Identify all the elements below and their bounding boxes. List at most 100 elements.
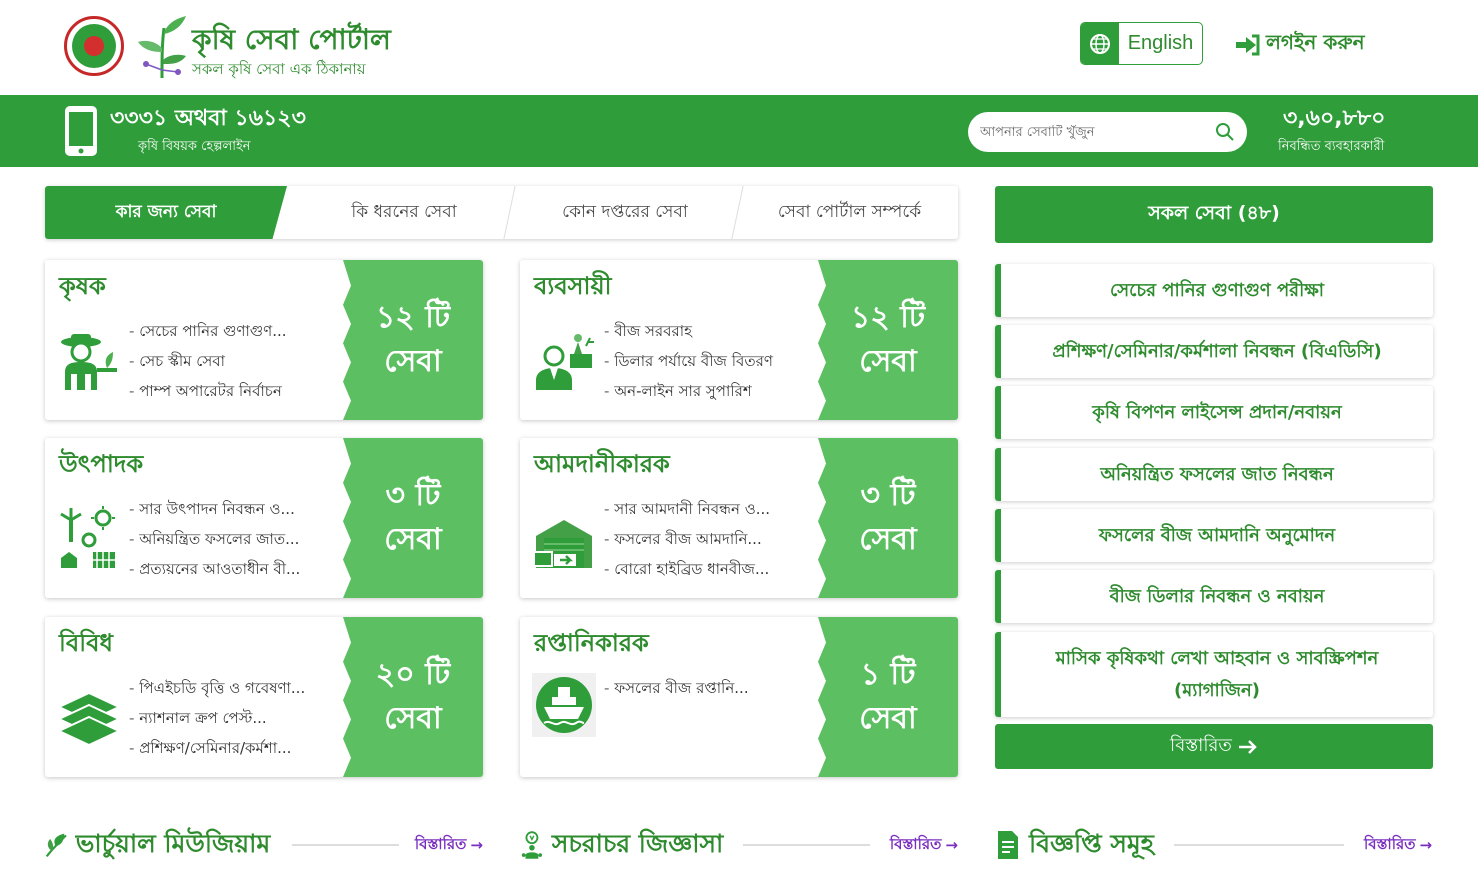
service-link[interactable]: বীজ ডিলার নিবন্ধন ও নবায়ন <box>995 570 1433 623</box>
section-title: সচরাচর জিজ্ঞাসা <box>551 828 724 858</box>
tab-service-type[interactable]: কি ধরনের সেবা <box>295 186 513 239</box>
arrow-right-icon: → <box>1419 836 1433 854</box>
section-divider <box>292 844 399 846</box>
service-count: ৩ টি <box>385 478 441 513</box>
government-emblem-icon[interactable] <box>64 16 124 76</box>
service-count-unit: সেবা <box>384 522 442 557</box>
section-title: বিজ্ঞপ্তি সমূহ <box>1029 828 1154 858</box>
card-service-list: পিএইচডি বৃত্তি ও গবেষণা... ন্যাশনাল ক্রপ… <box>129 673 305 763</box>
service-link[interactable]: প্রশিক্ষণ/সেমিনার/কর্মশালা নিবন্ধন (বিএড… <box>995 325 1433 378</box>
globe-icon <box>1081 23 1119 64</box>
card-title: ব্যবসায়ী <box>534 272 612 300</box>
info-band: ৩৩৩১ অথবা ১৬১২৩ কৃষি বিষয়ক হেল্পলাইন ৩,… <box>0 95 1478 167</box>
service-count: ১ টি <box>860 657 916 692</box>
list-item[interactable]: অনিয়ন্ত্রিত ফসলের জাত... <box>129 524 300 554</box>
list-item[interactable]: বোরো হাইব্রিড ধানবীজ... <box>604 554 770 584</box>
list-item[interactable]: বীজ সরবরাহ <box>604 316 773 346</box>
service-count-unit: সেবা <box>859 701 917 736</box>
section-more-link[interactable]: বিস্তারিত <box>890 833 942 858</box>
document-icon <box>998 831 1018 859</box>
service-count-unit: সেবা <box>859 522 917 557</box>
hotline-number[interactable]: ৩৩৩১ অথবা ১৬১২৩ <box>110 101 306 138</box>
details-button[interactable]: বিস্তারিত <box>995 724 1433 769</box>
plant-logo-icon[interactable] <box>134 14 190 80</box>
businessman-icon <box>536 334 594 390</box>
service-card-producer[interactable]: উৎপাদক সার উৎপাদন নিবন্ধন ও... অনিয়ন্ত্… <box>45 438 483 598</box>
card-service-list: সার আমদানী নিবন্ধন ও... ফসলের বীজ আমদানি… <box>604 494 770 584</box>
service-count-badge[interactable]: ১২ টি সেবা <box>818 260 958 420</box>
section-virtual-museum: ভার্চুয়াল মিউজিয়াম বিস্তারিত → <box>45 825 483 865</box>
list-item[interactable]: সেচের পানির গুণাগুণ... <box>129 316 286 346</box>
service-card-farmer[interactable]: কৃষক সেচের পানির গুণাগুণ... সেচ স্কীম সে… <box>45 260 483 420</box>
card-title: উৎপাদক <box>59 450 144 478</box>
list-item[interactable]: পিএইচডি বৃত্তি ও গবেষণা... <box>129 673 305 703</box>
tab-for-whom[interactable]: কার জন্য সেবা <box>45 186 287 239</box>
list-item[interactable]: ন্যাশনাল ক্রপ পেস্ট... <box>129 703 305 733</box>
card-title: আমদানীকারক <box>534 450 670 478</box>
list-item[interactable]: অন-লাইন সার সুপারিশ <box>604 376 773 406</box>
section-title: ভার্চুয়াল মিউজিয়াম <box>75 828 271 858</box>
search-input[interactable] <box>980 124 1215 140</box>
person-idea-icon <box>521 831 543 859</box>
section-more-link[interactable]: বিস্তারিত <box>1364 833 1416 858</box>
card-title: রপ্তানিকারক <box>534 629 649 657</box>
service-count-badge[interactable]: ১২ টি সেবা <box>343 260 483 420</box>
list-item[interactable]: ফসলের বীজ আমদানি... <box>604 524 770 554</box>
service-link[interactable]: কৃষি বিপণন লাইসেন্স প্রদান/নবায়ন <box>995 386 1433 439</box>
farmer-icon <box>61 334 117 390</box>
service-card-misc[interactable]: বিবিধ পিএইচডি বৃত্তি ও গবেষণা... ন্যাশনা… <box>45 617 483 777</box>
list-item[interactable]: প্রত্যয়নের আওতাধীন বী... <box>129 554 300 584</box>
language-toggle-button[interactable]: English <box>1080 22 1203 65</box>
list-item[interactable]: প্রশিক্ষণ/সেমিনার/কর্মশা... <box>129 733 305 763</box>
service-category-tabs: কার জন্য সেবা কি ধরনের সেবা কোন দপ্তরের … <box>45 186 958 239</box>
service-count-unit: সেবা <box>859 344 917 379</box>
section-divider <box>1173 844 1344 846</box>
service-card-exporter[interactable]: রপ্তানিকারক ফসলের বীজ রপ্তানি... ১ টি সে… <box>520 617 958 777</box>
tab-about-portal[interactable]: সেবা পোর্টাল সম্পর্কে <box>741 186 958 239</box>
section-more-link[interactable]: বিস্তারিত <box>415 833 467 858</box>
card-service-list: বীজ সরবরাহ ডিলার পর্যায়ে বীজ বিতরণ অন-ল… <box>604 316 773 406</box>
search-icon[interactable] <box>1215 122 1235 142</box>
service-count-badge[interactable]: ১ টি সেবা <box>818 617 958 777</box>
section-divider <box>743 844 870 846</box>
list-item[interactable]: সার উৎপাদন নিবন্ধন ও... <box>129 494 300 524</box>
list-item[interactable]: সার আমদানী নিবন্ধন ও... <box>604 494 770 524</box>
details-label: বিস্তারিত <box>1170 735 1232 756</box>
search-box[interactable] <box>968 112 1247 152</box>
registered-users-label: নিবন্ধিত ব্যবহারকারী <box>1278 139 1385 154</box>
leaf-icon <box>45 833 67 858</box>
login-label: লগইন করুন <box>1266 30 1365 54</box>
site-header: কৃষি সেবা পোর্টাল সকল কৃষি সেবা এক ঠিকান… <box>0 0 1478 95</box>
service-count-badge[interactable]: ৩ টি সেবা <box>818 438 958 598</box>
service-count: ১২ টি <box>375 300 451 335</box>
service-link[interactable]: ফসলের বীজ আমদানি অনুমোদন <box>995 509 1433 562</box>
card-service-list: সার উৎপাদন নিবন্ধন ও... অনিয়ন্ত্রিত ফসল… <box>129 494 300 584</box>
service-link[interactable]: সেচের পানির গুণাগুণ পরীক্ষা <box>995 264 1433 317</box>
arrow-right-icon <box>1238 739 1257 754</box>
mobile-phone-icon <box>65 106 97 156</box>
site-tagline: সকল কৃষি সেবা এক ঠিকানায় <box>192 60 366 78</box>
hotline-label: কৃষি বিষয়ক হেল্পলাইন <box>138 139 251 154</box>
login-arrow-icon <box>1236 34 1260 55</box>
login-link[interactable]: লগইন করুন <box>1234 28 1365 61</box>
card-service-list: ফসলের বীজ রপ্তানি... <box>604 673 748 703</box>
service-link[interactable]: অনিয়ন্ত্রিত ফসলের জাত নিবন্ধন <box>995 448 1433 501</box>
service-count-badge[interactable]: ৩ টি সেবা <box>343 438 483 598</box>
ship-icon <box>532 673 596 737</box>
list-item[interactable]: ফসলের বীজ রপ্তানি... <box>604 673 748 703</box>
list-item[interactable]: ডিলার পর্যায়ে বীজ বিতরণ <box>604 346 773 376</box>
service-link[interactable]: মাসিক কৃষিকথা লেখা আহবান ও সাবস্ক্রিপশন … <box>995 632 1433 717</box>
service-count: ৩ টি <box>860 478 916 513</box>
list-item[interactable]: পাম্প অপারেটর নির্বাচন <box>129 376 287 406</box>
tab-office[interactable]: কোন দপ্তরের সেবা <box>515 186 735 239</box>
service-card-importer[interactable]: আমদানীকারক সার আমদানী নিবন্ধন ও... ফসলের… <box>520 438 958 598</box>
all-services-button[interactable]: সকল সেবা (৪৮) <box>995 186 1433 243</box>
producer-icon <box>60 506 115 568</box>
layers-icon <box>57 691 121 747</box>
card-title: বিবিধ <box>59 629 113 657</box>
service-count: ২০ টি <box>375 657 451 692</box>
arrow-right-icon: → <box>470 836 483 854</box>
service-count-badge[interactable]: ২০ টি সেবা <box>343 617 483 777</box>
list-item[interactable]: সেচ স্কীম সেবা <box>129 346 287 376</box>
service-card-businessman[interactable]: ব্যবসায়ী বীজ সরবরাহ ডিলার পর্যায়ে বীজ … <box>520 260 958 420</box>
